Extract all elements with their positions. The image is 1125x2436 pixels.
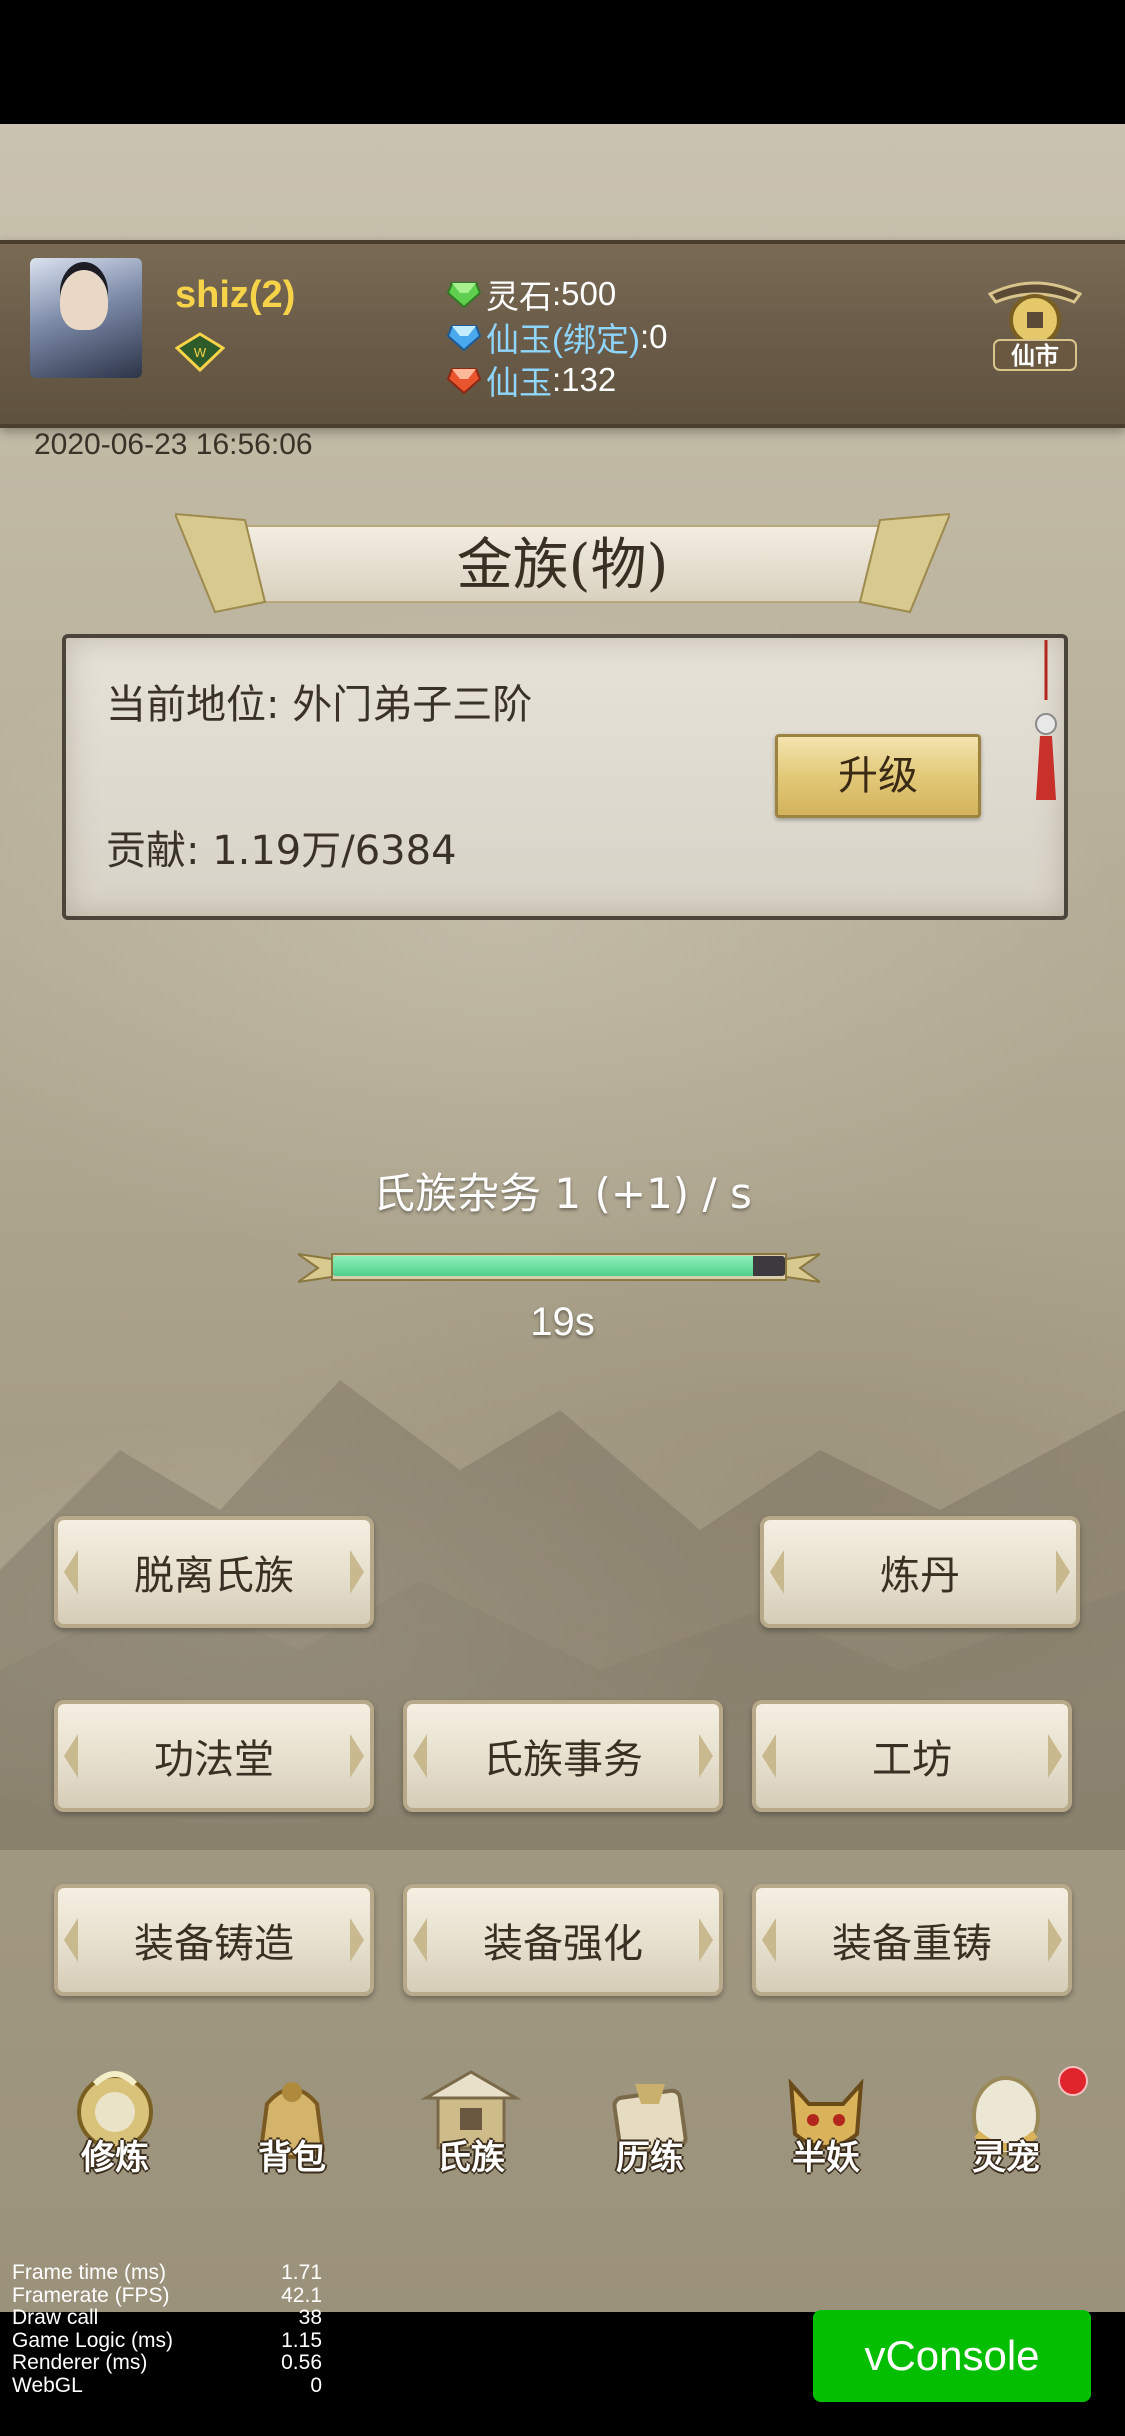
nav-bag[interactable]: 背包 bbox=[232, 2064, 352, 2194]
market-button[interactable]: 仙市 bbox=[980, 268, 1090, 378]
clan-contribution: 贡献: 1.19万/6384 bbox=[106, 828, 457, 874]
debug-row: Frame time (ms) 1.71 bbox=[12, 2261, 322, 2284]
spirit-stone-value: 500 bbox=[561, 275, 617, 312]
nav-pet[interactable]: 灵宠 bbox=[946, 2064, 1066, 2194]
bound-jade-value: 0 bbox=[649, 318, 668, 355]
clan-position: 当前地位: 外门弟子三阶 bbox=[106, 682, 533, 728]
workshop-button[interactable]: 工坊 bbox=[752, 1700, 1072, 1812]
debug-row: WebGL 0 bbox=[12, 2373, 322, 2397]
equip-reforge-button[interactable]: 装备重铸 bbox=[752, 1884, 1072, 1996]
green-gem-icon bbox=[446, 282, 482, 309]
clan-task-timer: 19s bbox=[530, 1300, 595, 1344]
debug-row: Renderer (ms) 0.56 bbox=[12, 2351, 322, 2374]
clan-task-label: 氏族杂务 1 (+1) / s bbox=[373, 1169, 752, 1218]
debug-stats-panel: Frame time (ms) 1.71 Framerate (FPS) 42.1 … bbox=[12, 2261, 322, 2397]
nav-clan[interactable]: 氏族 bbox=[411, 2064, 531, 2194]
clan-task-progress bbox=[333, 1256, 785, 1276]
resource-jade: 仙玉: 132 bbox=[446, 356, 616, 404]
vconsole-button[interactable]: vConsole bbox=[813, 2310, 1091, 2402]
tassel-ornament bbox=[1035, 640, 1057, 800]
nav-demon[interactable]: 半妖 bbox=[766, 2064, 886, 2194]
player-avatar[interactable] bbox=[30, 258, 142, 378]
skill-hall-button[interactable]: 功法堂 bbox=[54, 1700, 374, 1812]
equip-enhance-button[interactable]: 装备强化 bbox=[403, 1884, 723, 1996]
upgrade-button[interactable]: 升级 bbox=[775, 734, 981, 818]
jade-value: 132 bbox=[561, 361, 617, 398]
equip-forge-button[interactable]: 装备铸造 bbox=[54, 1884, 374, 1996]
market-label: 仙市 bbox=[1011, 341, 1059, 370]
vip-diamond-icon: W bbox=[175, 332, 225, 372]
resource-bound-jade: 仙玉(绑定): 0 bbox=[446, 313, 668, 361]
nav-adventure[interactable]: 历练 bbox=[590, 2064, 710, 2194]
leave-clan-button[interactable]: 脱离氏族 bbox=[54, 1516, 374, 1628]
alchemy-button[interactable]: 炼丹 bbox=[760, 1516, 1080, 1628]
player-name: shiz(2) bbox=[175, 274, 296, 316]
clan-affairs-button[interactable]: 氏族事务 bbox=[403, 1700, 723, 1812]
clan-task-progress-fill bbox=[333, 1256, 754, 1276]
red-gem-icon bbox=[446, 368, 482, 395]
debug-row: Game Logic (ms) 1.15 bbox=[12, 2328, 322, 2352]
pet-notification-dot bbox=[1058, 2066, 1088, 2096]
nav-cultivate[interactable]: 修炼 bbox=[55, 2064, 175, 2194]
resource-spirit-stone: 灵石: 500 bbox=[446, 270, 616, 318]
svg-text:W: W bbox=[194, 345, 207, 360]
blue-gem-icon bbox=[446, 325, 482, 352]
debug-row: Draw call 38 bbox=[12, 2306, 322, 2329]
debug-row: Framerate (FPS) 42.1 bbox=[12, 2283, 322, 2307]
clan-title: 金族(物) bbox=[456, 533, 669, 598]
server-timestamp: 2020-06-23 16:56:06 bbox=[34, 428, 313, 461]
